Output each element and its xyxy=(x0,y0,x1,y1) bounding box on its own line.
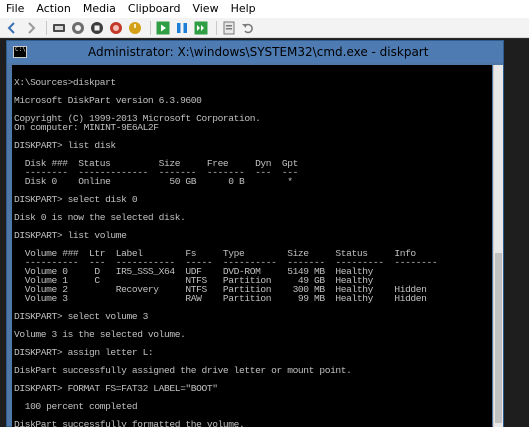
console-line: X:\Sources>diskpart xyxy=(14,77,116,88)
console-line: DISKPART> list volume xyxy=(14,230,127,241)
menu-action[interactable]: Action xyxy=(30,0,76,18)
ctrl-alt-del-icon[interactable] xyxy=(51,20,67,36)
menu-file[interactable]: File xyxy=(0,0,30,18)
console-line: Microsoft DiskPart version 6.3.9600 xyxy=(14,95,202,106)
console-line: DISKPART> assign letter L: xyxy=(14,347,154,358)
console-line: DISKPART> FORMAT FS=FAT32 LABEL="BOOT" xyxy=(14,383,218,394)
console-line: DISKPART> select volume 3 xyxy=(14,311,148,322)
console-line: DISKPART> list disk xyxy=(14,140,116,151)
forward-icon[interactable] xyxy=(23,20,39,36)
turn-off-icon[interactable] xyxy=(70,20,86,36)
console-line: Volume 3 is the selected volume. xyxy=(14,329,186,340)
console-scrollbar[interactable] xyxy=(493,65,503,427)
console-output[interactable]: X:\Sources>diskpart Microsoft DiskPart ve… xyxy=(12,65,492,427)
console-line: DiskPart successfully assigned the drive… xyxy=(14,365,352,376)
vm-toolbar xyxy=(0,18,529,38)
menu-help[interactable]: Help xyxy=(225,0,262,18)
console-line: Disk 0 Online 50 GB 0 B * xyxy=(14,176,293,187)
checkpoint-icon[interactable] xyxy=(221,20,237,36)
start-icon[interactable] xyxy=(155,20,171,36)
menu-clipboard[interactable]: Clipboard xyxy=(122,0,187,18)
reset-icon[interactable] xyxy=(193,20,209,36)
revert-icon[interactable] xyxy=(240,20,256,36)
console-line: DiskPart successfully formatted the volu… xyxy=(14,419,245,427)
menu-bar: File Action Media Clipboard View Help xyxy=(0,0,529,18)
toolbar-separator xyxy=(46,20,47,35)
power-icon[interactable] xyxy=(127,20,143,36)
scrollbar-thumb[interactable] xyxy=(495,253,502,423)
console-line: DISKPART> select disk 0 xyxy=(14,194,138,205)
menu-view[interactable]: View xyxy=(186,0,224,18)
cmd-icon xyxy=(13,46,27,58)
console-line: On computer: MININT-9E6AL2F xyxy=(14,122,159,133)
cmd-window[interactable]: Administrator: X:\windows\SYSTEM32\cmd.e… xyxy=(6,40,504,427)
console-line: 100 percent completed xyxy=(14,401,138,412)
toolbar-separator xyxy=(216,20,217,35)
back-icon[interactable] xyxy=(4,20,20,36)
pause-icon[interactable] xyxy=(174,20,190,36)
console-text: X:\Sources>diskpart Microsoft DiskPart ve… xyxy=(12,65,492,427)
menu-media[interactable]: Media xyxy=(77,0,122,18)
cmd-titlebar[interactable]: Administrator: X:\windows\SYSTEM32\cmd.e… xyxy=(7,41,503,63)
shutdown-icon[interactable] xyxy=(108,20,124,36)
console-line: Volume 3 RAW Partition 99 MB Healthy Hid… xyxy=(14,293,427,304)
stop-icon[interactable] xyxy=(89,20,105,36)
console-line: Disk 0 is now the selected disk. xyxy=(14,212,186,223)
toolbar-separator xyxy=(150,20,151,35)
cmd-title: Administrator: X:\windows\SYSTEM32\cmd.e… xyxy=(88,45,429,59)
